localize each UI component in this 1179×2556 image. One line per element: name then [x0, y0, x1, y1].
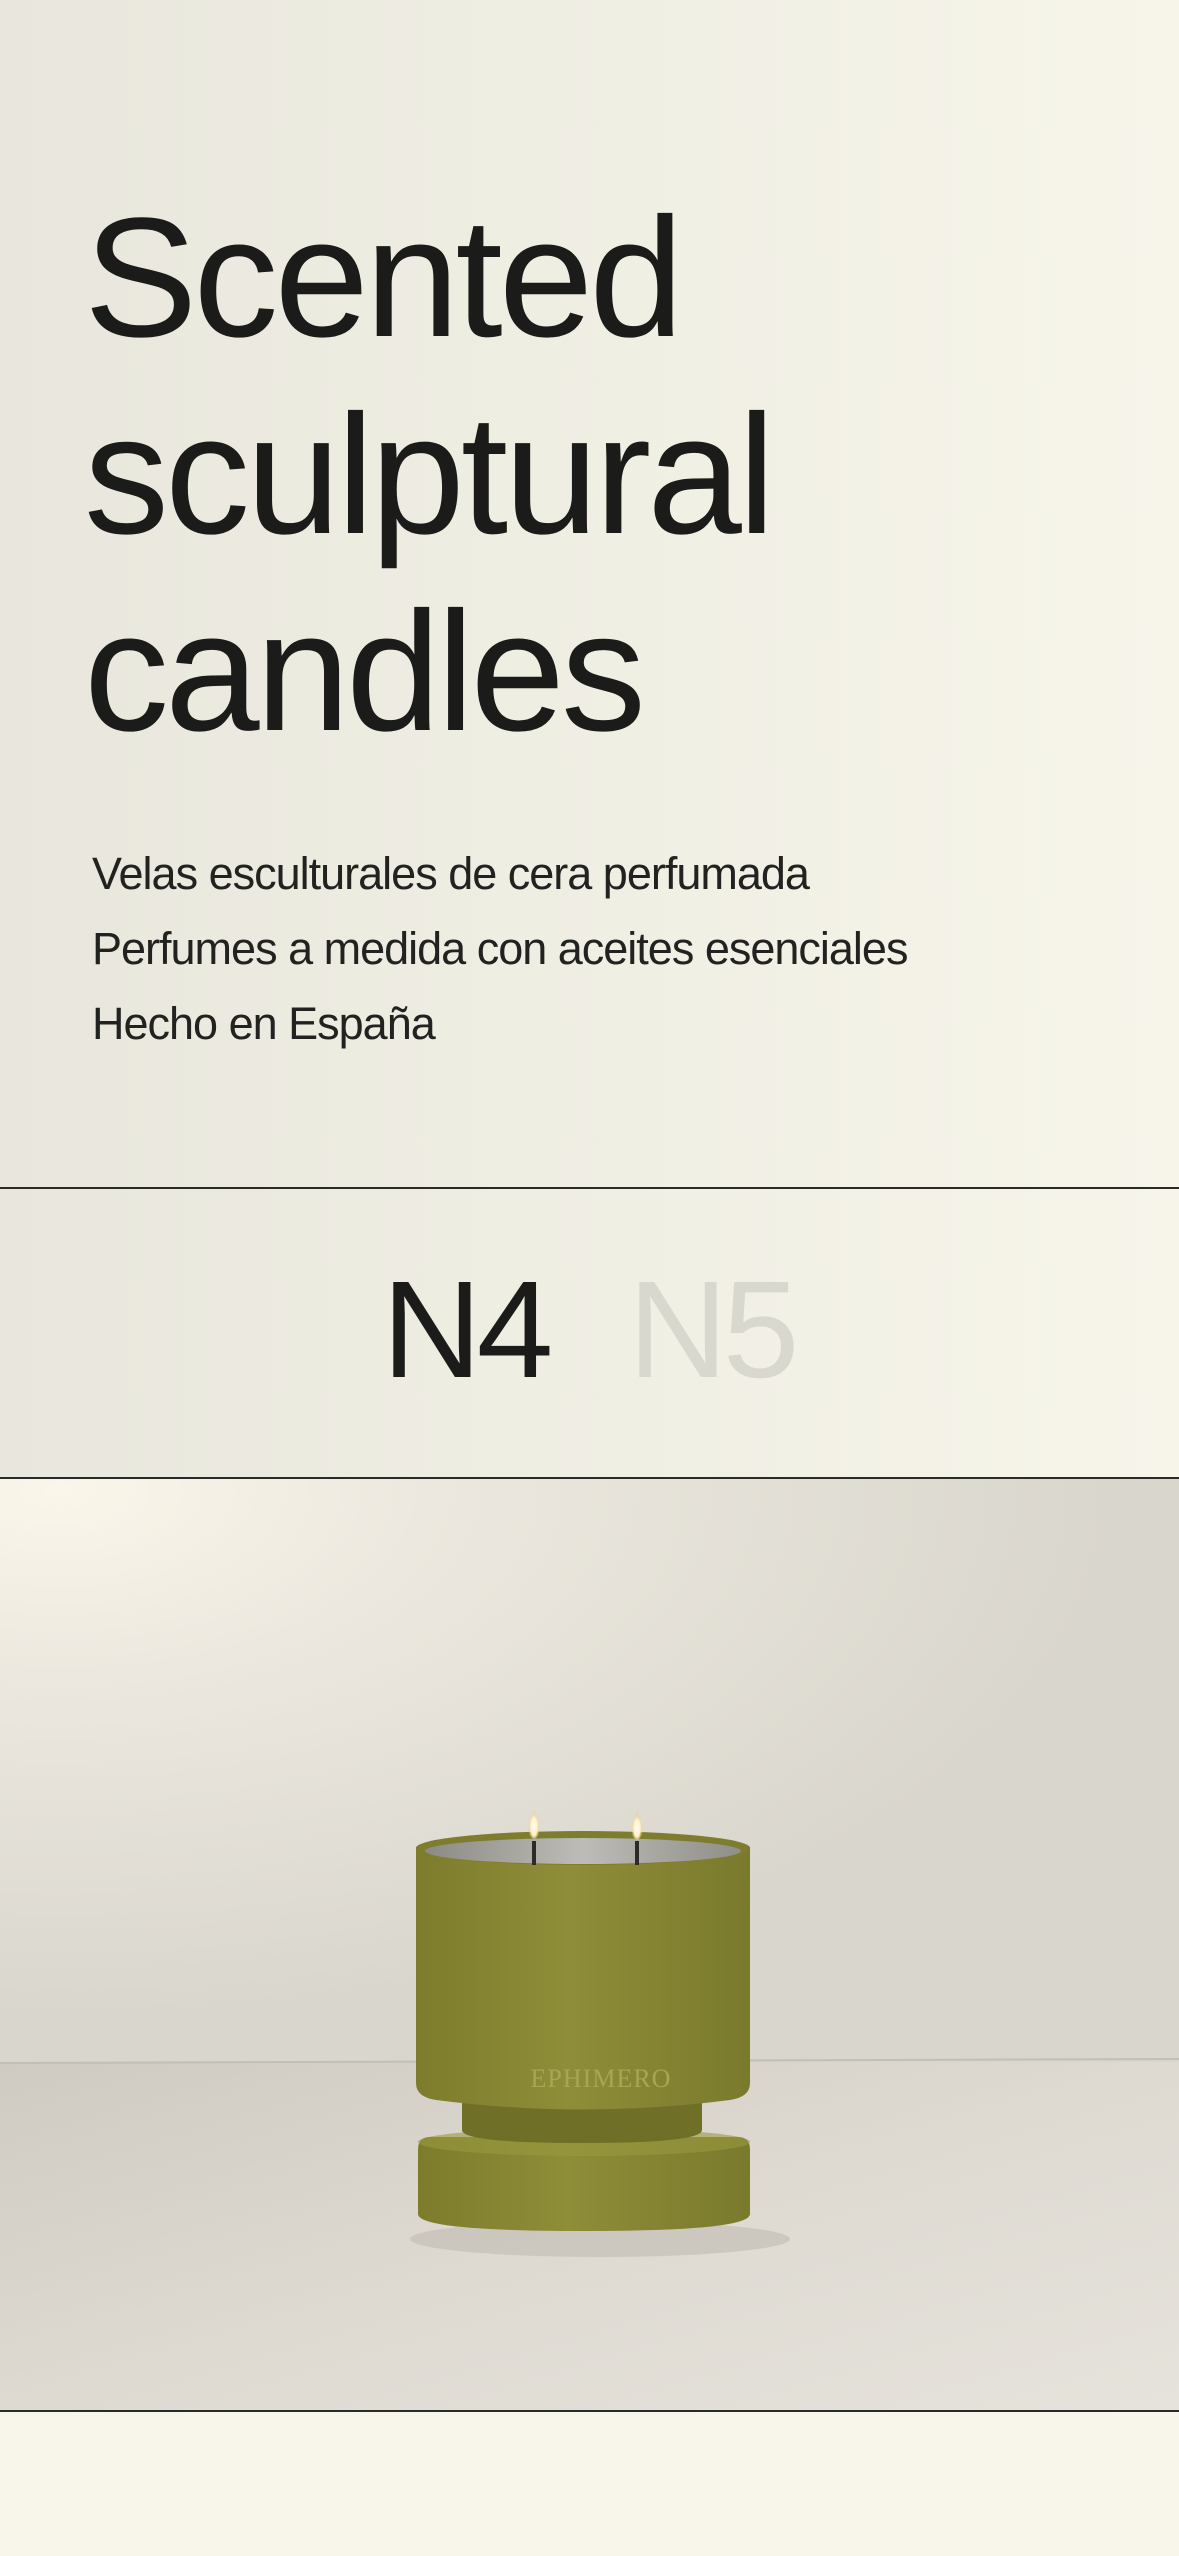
product-image: EPHIMERO — [0, 1479, 1179, 2410]
tagline-item: Perfumes a medida con aceites esenciales — [92, 923, 908, 974]
variant-tab-n4[interactable]: N4 — [382, 1250, 553, 1410]
variant-tab-n5[interactable]: N5 — [628, 1250, 799, 1410]
hero-title-line: Scented — [84, 183, 684, 373]
candle-product: EPHIMERO — [410, 1831, 790, 2257]
hero-title-line: candles — [84, 577, 646, 767]
brand-mark: EPHIMERO — [531, 2064, 672, 2093]
variant-selector — [0, 1189, 1179, 1477]
tagline-item: Velas esculturales de cera perfumada — [92, 848, 810, 899]
hero-section: Scented sculptural candles Velas escultu… — [0, 0, 1179, 1188]
hero-title-line: sculptural — [84, 380, 776, 570]
footer-band — [0, 2412, 1179, 2556]
tagline-item: Hecho en España — [92, 998, 436, 1049]
hero-title: Scented sculptural candles — [84, 180, 776, 771]
tagline-list: Velas esculturales de cera perfumada Per… — [92, 836, 908, 1061]
